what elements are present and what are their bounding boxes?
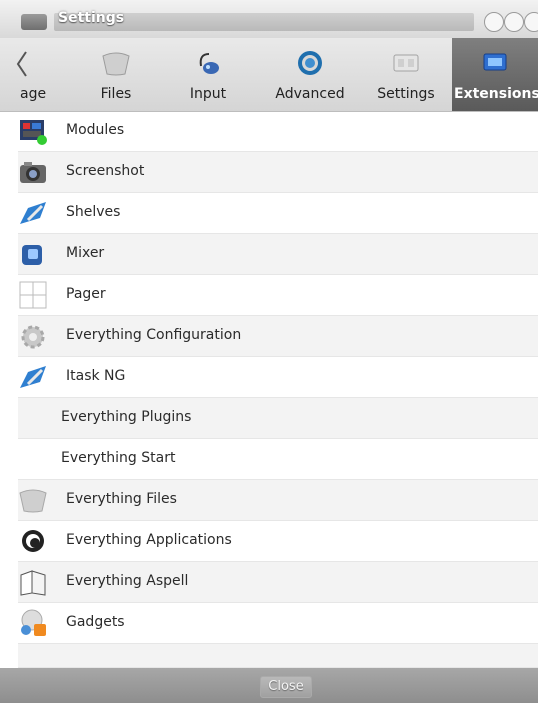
chevron-left-icon bbox=[16, 51, 27, 77]
list-item-itask-ng[interactable]: Itask NG bbox=[18, 357, 538, 398]
title-bar: Settings bbox=[0, 0, 538, 39]
list-item-everything-aspell[interactable]: Everything Aspell bbox=[18, 562, 538, 603]
list-item-label: Shelves bbox=[66, 204, 121, 220]
window-menu-icon[interactable] bbox=[21, 14, 47, 30]
tab-label: Advanced bbox=[275, 86, 345, 102]
tab-settings[interactable]: Settings bbox=[366, 38, 446, 111]
input-icon bbox=[199, 53, 219, 74]
tab-files[interactable]: Files bbox=[80, 38, 152, 111]
list-item-everything-start[interactable]: Everything Start bbox=[18, 439, 538, 480]
tab-language[interactable]: age bbox=[0, 38, 60, 111]
list-item-mixer[interactable]: Mixer bbox=[18, 234, 538, 275]
tab-label: Settings bbox=[377, 86, 435, 102]
close-button[interactable]: Close bbox=[260, 676, 312, 698]
tab-advanced[interactable]: Advanced bbox=[262, 38, 358, 111]
list-item-label: Everything Plugins bbox=[61, 409, 192, 425]
settings-panel-icon bbox=[393, 54, 419, 72]
maximize-button[interactable] bbox=[504, 12, 524, 32]
gear-icon bbox=[21, 325, 45, 349]
applications-icon bbox=[22, 530, 44, 552]
list-item-screenshot[interactable]: Screenshot bbox=[18, 152, 538, 193]
advanced-gear-icon bbox=[298, 51, 322, 75]
list-item-label: Gadgets bbox=[66, 614, 125, 630]
list-item-label: Everything Configuration bbox=[66, 327, 242, 343]
list-item-modules[interactable]: Modules bbox=[18, 111, 538, 152]
list-item-everything-configuration[interactable]: Everything Configuration bbox=[18, 316, 538, 357]
list-item-gadgets[interactable]: Gadgets bbox=[18, 603, 538, 644]
close-window-button[interactable] bbox=[524, 12, 538, 32]
itask-tools-icon bbox=[20, 366, 46, 388]
camera-icon bbox=[20, 162, 46, 183]
book-icon bbox=[20, 570, 46, 596]
dialog-footer: Close bbox=[0, 668, 538, 703]
list-item-everything-files[interactable]: Everything Files bbox=[18, 480, 538, 521]
pager-grid-icon bbox=[19, 281, 47, 309]
tab-label: Input bbox=[189, 86, 227, 102]
list-item-pager[interactable]: Pager bbox=[18, 275, 538, 316]
extensions-list: Modules Screenshot Shelves Mixer Pager E… bbox=[18, 111, 538, 668]
tab-extensions[interactable]: Extensions bbox=[452, 38, 538, 111]
list-item-label: Everything Files bbox=[66, 491, 177, 507]
modules-icon bbox=[20, 120, 47, 145]
list-item-label: Modules bbox=[66, 122, 125, 138]
list-item-label: Everything Aspell bbox=[66, 573, 189, 589]
tab-label: Files bbox=[100, 86, 132, 102]
list-item-label: Everything Applications bbox=[66, 532, 232, 548]
list-item bbox=[18, 644, 538, 668]
list-item-label: Mixer bbox=[66, 245, 105, 261]
tab-label: age bbox=[20, 86, 47, 102]
list-item-everything-plugins[interactable]: Everything Plugins bbox=[18, 398, 538, 439]
files-icon bbox=[102, 52, 130, 76]
list-item-label: Everything Start bbox=[61, 450, 176, 466]
list-item-label: Itask NG bbox=[66, 368, 126, 384]
mixer-icon bbox=[22, 245, 42, 265]
list-item-label: Pager bbox=[66, 286, 106, 302]
files-icon bbox=[19, 489, 47, 513]
list-item-everything-applications[interactable]: Everything Applications bbox=[18, 521, 538, 562]
list-item-label: Screenshot bbox=[66, 163, 145, 179]
shelves-tools-icon bbox=[20, 202, 46, 224]
extensions-icon bbox=[483, 53, 507, 71]
category-toolbar: age Files Input Advanced Settings Extens… bbox=[0, 38, 538, 112]
tab-label: Extensions bbox=[454, 86, 538, 102]
window-title: Settings bbox=[58, 10, 125, 26]
gadgets-icon bbox=[21, 609, 46, 636]
minimize-button[interactable] bbox=[484, 12, 504, 32]
list-item-shelves[interactable]: Shelves bbox=[18, 193, 538, 234]
tab-input[interactable]: Input bbox=[176, 38, 240, 111]
